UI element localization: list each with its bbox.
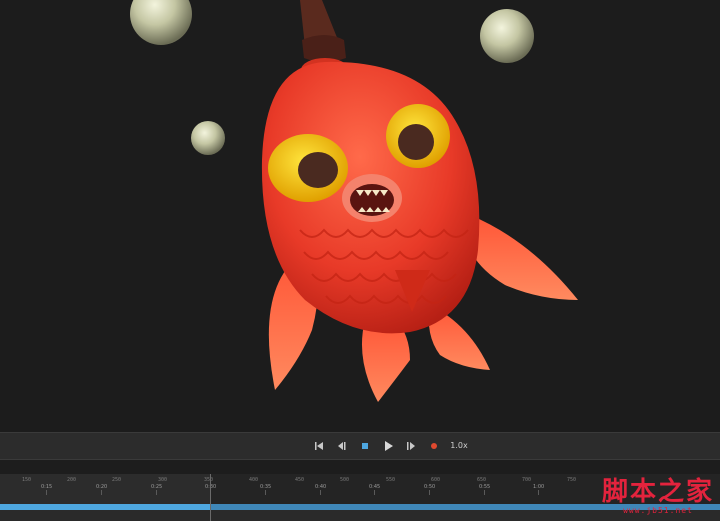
step-forward-button[interactable] <box>405 439 419 453</box>
step-forward-icon <box>407 442 415 450</box>
frame-number: 750 <box>567 477 577 483</box>
skip-start-icon <box>315 442 323 450</box>
animation-canvas <box>0 0 720 432</box>
frame-number: 550 <box>386 477 396 483</box>
stop-icon <box>362 443 368 449</box>
watermark-logo-text: 脚本之家 <box>601 477 714 507</box>
bubble <box>480 9 534 63</box>
tick <box>265 490 266 495</box>
bubble <box>191 121 225 155</box>
tick <box>484 490 485 495</box>
tick <box>374 490 375 495</box>
bubble <box>130 0 192 45</box>
frame-number: 200 <box>67 477 77 483</box>
play-icon <box>385 441 393 451</box>
go-to-start-button[interactable] <box>313 439 327 453</box>
play-button[interactable] <box>382 439 396 453</box>
right-fin <box>470 215 578 300</box>
playhead[interactable] <box>210 474 211 521</box>
record-button[interactable] <box>428 439 442 453</box>
tick <box>46 490 47 495</box>
tick <box>101 490 102 495</box>
frame-number: 350 <box>204 477 214 483</box>
fish-character-illustration <box>130 0 578 402</box>
stop-button[interactable] <box>359 439 373 453</box>
step-back-button[interactable] <box>336 439 350 453</box>
frame-number: 600 <box>431 477 441 483</box>
frame-number: 250 <box>112 477 122 483</box>
frame-number: 700 <box>522 477 532 483</box>
frame-number: 400 <box>249 477 259 483</box>
frame-number: 500 <box>340 477 350 483</box>
site-watermark: 脚本之家 www.jb51.net <box>602 478 714 516</box>
frame-number: 650 <box>477 477 487 483</box>
playback-controls: 1.0x <box>0 432 720 459</box>
tick <box>156 490 157 495</box>
watermark-url: www.jb51.net <box>623 506 693 515</box>
frame-number: 450 <box>295 477 305 483</box>
frame-number: 150 <box>22 477 32 483</box>
tick <box>429 490 430 495</box>
tick <box>320 490 321 495</box>
playback-speed[interactable]: 1.0x <box>446 438 472 453</box>
record-icon <box>431 443 437 449</box>
tick <box>538 490 539 495</box>
step-back-icon <box>338 442 346 450</box>
frame-number: 300 <box>158 477 168 483</box>
